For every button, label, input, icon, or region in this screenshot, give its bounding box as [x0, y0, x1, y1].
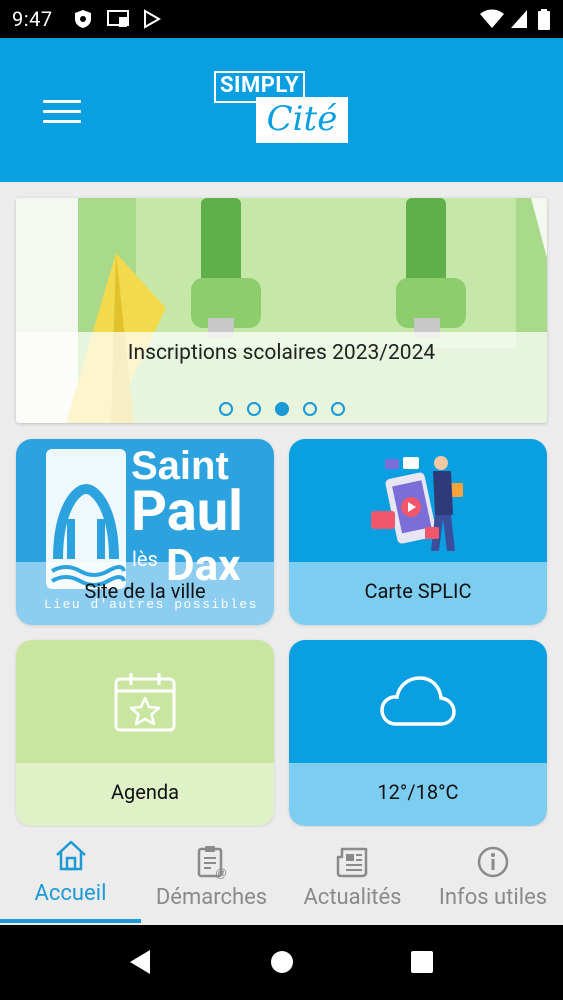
tile-label: Agenda [110, 780, 180, 804]
tile-weather[interactable]: 12°/18°C [289, 640, 547, 826]
shield-icon [75, 10, 91, 28]
clipboard-icon: @ [197, 846, 227, 879]
app-logo: SIMPLY Cité [214, 71, 350, 145]
tile-label: 12°/18°C [377, 780, 459, 804]
nav-demarches[interactable]: @ Démarches [141, 827, 282, 925]
menu-icon-bar [43, 120, 81, 123]
nav-label: Infos utiles [438, 885, 548, 910]
nav-label: Démarches [155, 885, 268, 910]
svg-text:@: @ [215, 866, 227, 879]
recents-icon[interactable] [410, 949, 434, 975]
tile-carte-splic[interactable]: Carte SPLIC [289, 439, 547, 625]
carousel-indicators [16, 401, 547, 420]
cloud-icon [380, 676, 456, 726]
news-carousel[interactable]: Inscriptions scolaires 2023/2024 [16, 198, 547, 423]
menu-button[interactable] [43, 100, 81, 124]
cast-icon [107, 10, 129, 27]
logo-paul: Paul [131, 478, 243, 544]
logo-cite: Cité [256, 97, 348, 143]
app-header: SIMPLY Cité [0, 38, 563, 182]
battery-icon [538, 9, 550, 30]
tile-site-ville[interactable]: Saint Paul lès Dax Lieu d'autres possibl… [16, 439, 274, 625]
carousel-dot[interactable] [302, 402, 317, 416]
system-navigation-bar [0, 925, 563, 1000]
tile-label: Carte SPLIC [364, 579, 472, 603]
nav-accueil[interactable]: Accueil [0, 827, 141, 925]
bottom-navigation: Accueil @ Démarches Actualités Infos uti… [0, 827, 563, 925]
nav-infos-utiles[interactable]: Infos utiles [423, 827, 563, 925]
signal-icon [511, 10, 527, 28]
nav-label: Accueil [34, 881, 107, 906]
tile-agenda[interactable]: Agenda [16, 640, 274, 826]
nav-label: Actualités [303, 885, 402, 910]
info-icon [477, 846, 509, 878]
home-icon [55, 840, 86, 871]
menu-icon-bar [43, 110, 81, 113]
status-bar: 9:47 [0, 0, 563, 38]
carousel-caption: Inscriptions scolaires 2023/2024 [127, 341, 436, 365]
carousel-dot[interactable] [330, 402, 345, 416]
newspaper-icon [336, 847, 367, 878]
tile-label: Site de la ville [84, 579, 206, 603]
menu-icon [43, 100, 81, 103]
carousel-dot[interactable] [218, 402, 233, 416]
nav-actualites[interactable]: Actualités [282, 827, 423, 925]
social-media-illustration-icon [371, 456, 463, 551]
play-store-icon [144, 9, 162, 29]
carousel-dot-active[interactable] [274, 402, 289, 416]
nav-active-indicator [0, 919, 141, 923]
back-icon[interactable] [128, 949, 152, 975]
calendar-star-icon [114, 673, 176, 732]
wifi-icon [480, 9, 504, 28]
logo-les: lès [132, 547, 158, 571]
carousel-dot[interactable] [246, 402, 261, 416]
home-circle-icon[interactable] [270, 949, 294, 975]
status-time: 9:47 [12, 7, 53, 31]
